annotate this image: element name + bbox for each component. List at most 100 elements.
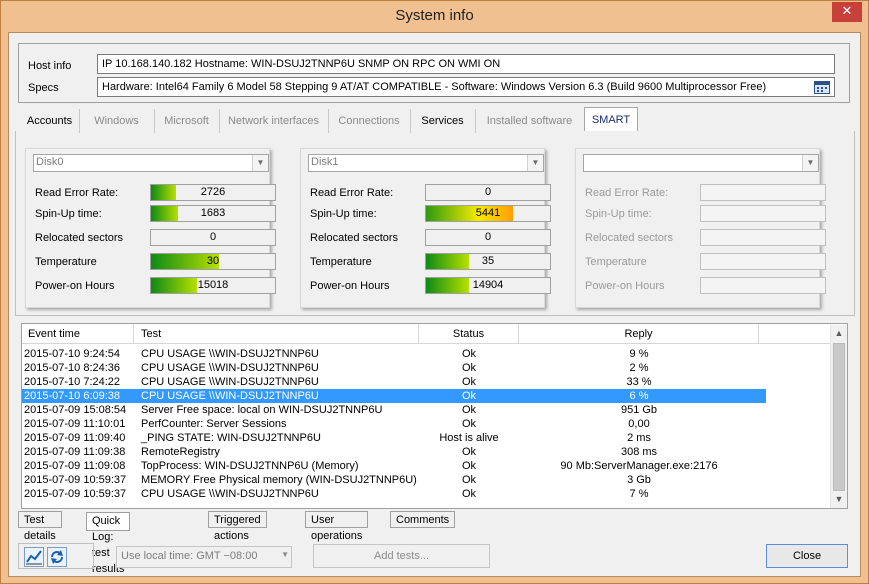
disk-select[interactable]: ▼ [583,154,819,172]
cell-status: Host is alive [439,432,499,444]
disk-panel: ▼ Read Error Rate: Spin-Up time: Relocat… [575,148,826,308]
spin-up-time-label: Spin-Up time: [35,208,102,220]
temperature-label: Temperature [310,256,372,268]
close-button[interactable]: Close [766,544,848,568]
spin-up-time-gauge: 5441 [425,205,551,222]
table-header: Event time Test Status Reply [22,324,830,344]
table-row[interactable]: 2015-07-09 10:59:37 CPU USAGE \\WIN-DSUJ2… [22,487,766,501]
cell-time: 2015-07-09 11:09:08 [24,460,126,472]
add-tests-button[interactable]: Add tests... [313,544,490,568]
cell-time: 2015-07-09 11:10:01 [24,418,126,430]
cell-reply: 951 Gb [620,404,658,416]
cell-time: 2015-07-09 11:09:38 [24,446,126,458]
cell-reply: 3 Gb [627,474,651,486]
disk-select[interactable]: Disk0 ▼ [33,154,269,172]
table-row[interactable]: 2015-07-10 6:09:38 CPU USAGE \\WIN-DSUJ2T… [22,389,766,403]
gauge-value: 0 [209,231,217,243]
cell-test: CPU USAGE \\WIN-DSUJ2TNNP6U [141,376,319,388]
cell-status: Ok [461,488,477,500]
host-panel: Host info IP 10.168.140.182 Hostname: WI… [18,43,850,103]
cell-time: 2015-07-10 6:09:38 [24,390,121,402]
specs-field[interactable]: Hardware: Intel64 Family 6 Model 58 Step… [97,77,835,97]
cell-test: _PING STATE: WIN-DSUJ2TNNP6U [141,432,321,444]
gauge-value: 1683 [200,207,226,219]
table-row[interactable]: 2015-07-09 11:10:01 PerfCounter: Server S… [22,417,766,431]
table-row[interactable]: 2015-07-10 8:24:36 CPU USAGE \\WIN-DSUJ2T… [22,361,766,375]
cell-test: Server Free space: local on WIN-DSUJ2TNN… [141,404,383,416]
tab-comments[interactable]: Comments [390,511,456,528]
calendar-icon[interactable] [814,81,830,94]
tab-installed-software[interactable]: Installed software [475,109,583,133]
disk-select[interactable]: Disk1 ▼ [308,154,544,172]
table-row[interactable]: 2015-07-09 11:09:40 _PING STATE: WIN-DSUJ… [22,431,766,445]
tab-user-operations[interactable]: User operations [305,511,369,542]
power-on-hours-gauge: 15018 [150,277,276,294]
table-row[interactable]: 2015-07-09 15:08:54 Server Free space: lo… [22,403,766,417]
vertical-scrollbar[interactable]: ▲ ▼ [830,325,847,508]
cell-status: Ok [461,418,477,430]
power-on-hours-gauge: 14904 [425,277,551,294]
temperature-label: Temperature [35,256,97,268]
gauge-value: 2726 [200,186,226,198]
spin-up-time-gauge: 1683 [150,205,276,222]
window-title: System info [395,7,474,24]
column-header-test[interactable]: Test [134,324,419,344]
cell-status: Ok [461,404,477,416]
cell-time: 2015-07-09 10:59:37 [24,474,127,486]
tab-network-interfaces[interactable]: Network interfaces [219,109,327,133]
column-header-event-time[interactable]: Event time [22,324,134,344]
disk-panel: Disk0 ▼ Read Error Rate: 2726 Spin-Up tim… [25,148,276,308]
cell-test: TopProcess: WIN-DSUJ2TNNP6U (Memory) [141,460,359,472]
scroll-up-icon[interactable]: ▲ [831,325,847,342]
read-error-rate-label: Read Error Rate: [310,187,394,199]
quick-log-table[interactable]: Event time Test Status Reply 2015-07-10 … [21,323,848,509]
system-info-window: System info ✕ Host info IP 10.168.140.18… [0,0,869,584]
read-error-rate-label: Read Error Rate: [585,187,669,199]
relocated-sectors-gauge [700,229,826,246]
tab-triggered-actions[interactable]: Triggered actions [208,511,267,542]
gauge-value: 14904 [472,279,504,291]
tab-smart[interactable]: SMART [584,107,638,131]
chevron-down-icon: ▼ [802,155,818,171]
cell-time: 2015-07-10 8:24:36 [24,362,121,374]
read-error-rate-gauge [700,184,826,201]
relocated-sectors-label: Relocated sectors [35,232,124,244]
cell-reply: 308 ms [620,446,658,458]
tab-test-details[interactable]: Test details [18,511,62,542]
scroll-thumb[interactable] [833,343,845,491]
cell-test: MEMORY Free Physical memory (WIN-DSUJ2TN… [141,474,417,486]
tab-windows[interactable]: Windows [79,109,153,133]
timezone-select[interactable]: Use local time: GMT −08:00 ▼ [116,546,292,568]
table-row[interactable]: 2015-07-09 11:09:38 RemoteRegistry Ok 308 m… [22,445,766,459]
tab-quick-log[interactable]: Quick Log: test results [86,512,131,575]
tab-services[interactable]: Services [410,109,474,133]
table-row[interactable]: 2015-07-10 7:24:22 CPU USAGE \\WIN-DSUJ2T… [22,375,766,389]
toolbar [18,543,94,569]
cell-status: Ok [461,376,477,388]
tab-connections[interactable]: Connections [328,109,409,133]
window-close-button[interactable]: ✕ [832,2,862,22]
spin-up-time-label: Spin-Up time: [585,208,652,220]
scroll-down-icon[interactable]: ▼ [831,491,847,508]
table-row[interactable]: 2015-07-09 11:09:08 TopProcess: WIN-DSUJ2… [22,459,766,473]
temperature-gauge [700,253,826,270]
chevron-down-icon: ▼ [281,550,289,559]
tab-microsoft[interactable]: Microsoft [154,109,218,133]
column-header-reply[interactable]: Reply [519,324,759,344]
cell-test: CPU USAGE \\WIN-DSUJ2TNNP6U [141,488,319,500]
table-row[interactable]: 2015-07-10 9:24:54 CPU USAGE \\WIN-DSUJ2T… [22,347,766,361]
cell-test: CPU USAGE \\WIN-DSUJ2TNNP6U [141,362,319,374]
refresh-icon[interactable] [47,547,67,567]
gauge-value: 0 [484,186,492,198]
read-error-rate-label: Read Error Rate: [35,187,119,199]
chevron-down-icon: ▼ [527,155,543,171]
disk-select-value: Disk0 [36,156,64,168]
chart-icon[interactable] [24,547,44,567]
cell-time: 2015-07-10 7:24:22 [24,376,121,388]
cell-test: CPU USAGE \\WIN-DSUJ2TNNP6U [141,348,319,360]
column-header-status[interactable]: Status [419,324,519,344]
tab-accounts[interactable]: Accounts [22,109,77,133]
table-row[interactable]: 2015-07-09 10:59:37 MEMORY Free Physical … [22,473,766,487]
host-info-field[interactable]: IP 10.168.140.182 Hostname: WIN-DSUJ2TNN… [97,54,835,74]
gauge-value: 35 [481,255,495,267]
